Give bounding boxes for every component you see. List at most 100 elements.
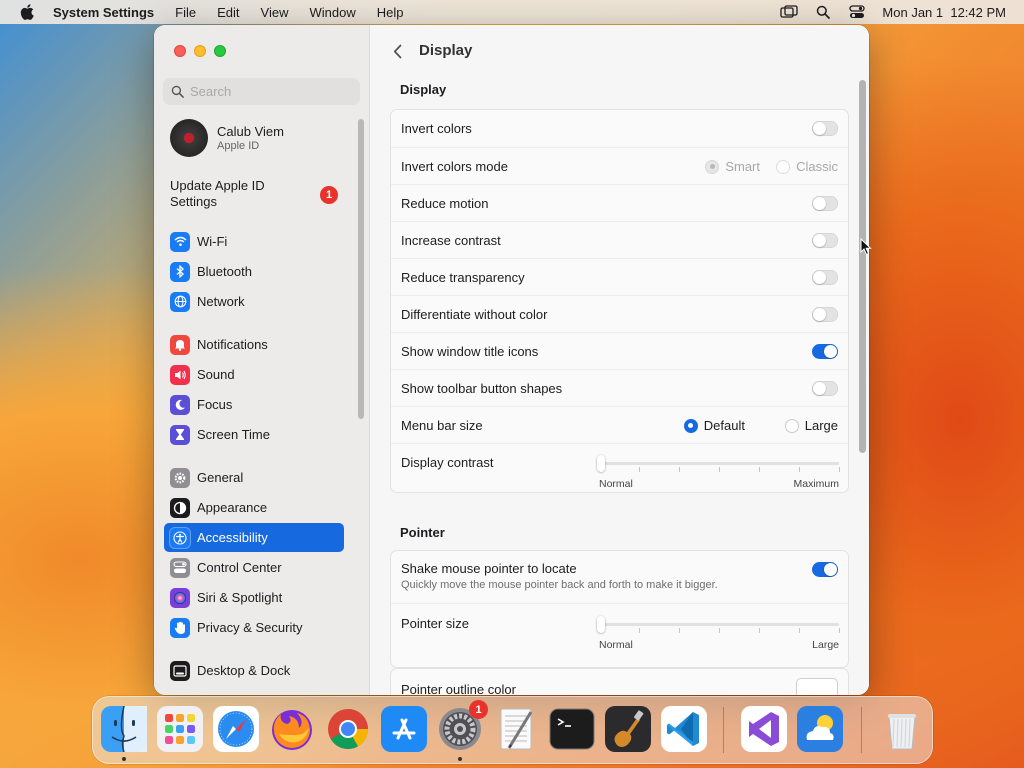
pointer-size-row: Pointer size Normal Large <box>391 603 848 669</box>
sidebar-item-notifications[interactable]: Notifications <box>164 330 344 359</box>
sidebar-item-privacy-and-security[interactable]: Privacy & Security <box>164 613 344 642</box>
reduce-transparency-toggle[interactable] <box>812 270 838 285</box>
sidebar-item-label: Wi-Fi <box>197 234 228 249</box>
sidebar-item-bluetooth[interactable]: Bluetooth <box>164 257 344 286</box>
increase-contrast-toggle[interactable] <box>812 233 838 248</box>
close-window-button[interactable] <box>174 45 186 57</box>
differentiate-without-color-label: Differentiate without color <box>401 306 548 322</box>
sidebar-item-sound[interactable]: Sound <box>164 360 344 389</box>
menu-app-name[interactable]: System Settings <box>53 5 154 20</box>
sidebar-item-general[interactable]: General <box>164 463 344 492</box>
pointer-size-slider[interactable]: Normal Large <box>597 614 840 651</box>
menu-bar-size-radio-large[interactable]: Large <box>784 418 838 433</box>
sidebar-item-label: General <box>197 470 244 485</box>
slider-thumb[interactable] <box>597 616 605 633</box>
slider-min-label: Normal <box>599 478 633 490</box>
bluetooth-icon <box>170 261 190 282</box>
notification-badge: 1 <box>320 186 338 204</box>
differentiate-without-color-toggle[interactable] <box>812 307 838 322</box>
menu-window[interactable]: Window <box>309 5 355 20</box>
search-input[interactable]: Search <box>163 78 360 105</box>
back-button[interactable] <box>390 42 404 60</box>
display-contrast-slider[interactable]: Normal Maximum <box>597 453 840 490</box>
trash-icon[interactable] <box>879 706 925 752</box>
main-pane: Display Display Invert colors Invert colo… <box>370 25 869 695</box>
menu-bar-size-radio-default[interactable]: Default <box>683 418 745 433</box>
control-center-menu-icon[interactable] <box>848 4 866 20</box>
running-indicator <box>458 757 462 761</box>
menu-file[interactable]: File <box>175 5 196 20</box>
invert-colors-mode-radio-classic[interactable]: Classic <box>776 159 838 174</box>
chrome-icon[interactable] <box>325 706 371 752</box>
minimize-window-button[interactable] <box>194 45 206 57</box>
sidebar-item-accessibility[interactable]: Accessibility <box>164 523 344 552</box>
app-store-icon[interactable] <box>381 706 427 752</box>
visual-studio-icon[interactable] <box>741 706 787 752</box>
dock-separator <box>723 707 724 753</box>
textedit-icon[interactable] <box>493 706 539 752</box>
sidebar-item-appearance[interactable]: Appearance <box>164 493 344 522</box>
menu-edit[interactable]: Edit <box>217 5 239 20</box>
radio-label: Smart <box>725 159 760 174</box>
menu-bar-size-row: Menu bar size Default Large <box>391 406 848 443</box>
show-window-title-icons-row: Show window title icons <box>391 332 848 369</box>
apple-menu-icon[interactable] <box>16 0 38 24</box>
finder-icon[interactable] <box>101 705 147 753</box>
firefox-icon[interactable] <box>269 706 315 752</box>
avatar <box>170 119 208 157</box>
weather-icon[interactable] <box>797 706 843 752</box>
pointer-section-title: Pointer <box>400 525 445 540</box>
show-toolbar-button-shapes-row: Show toolbar button shapes <box>391 369 848 406</box>
slider-thumb[interactable] <box>597 455 605 472</box>
accessibility-icon <box>170 527 190 548</box>
zoom-window-button[interactable] <box>214 45 226 57</box>
update-apple-id-label: Update Apple ID Settings <box>170 178 265 209</box>
search-placeholder: Search <box>190 84 232 99</box>
reduce-motion-toggle[interactable] <box>812 196 838 211</box>
shake-pointer-toggle[interactable] <box>812 562 838 577</box>
sidebar-scrollbar[interactable] <box>358 119 364 419</box>
differentiate-without-color-row: Differentiate without color <box>391 295 848 332</box>
invert-colors-mode-radio-smart[interactable]: Smart <box>705 159 760 174</box>
sidebar-item-label: Sound <box>197 367 235 382</box>
shake-pointer-description: Quickly move the mouse pointer back and … <box>401 579 718 591</box>
invert-colors-toggle[interactable] <box>812 121 838 136</box>
menu-help[interactable]: Help <box>377 5 404 20</box>
spotlight-search-icon[interactable] <box>814 4 832 20</box>
menubar-clock[interactable]: Mon Jan 1 12:42 PM <box>882 5 1006 20</box>
sidebar-item-siri-and-spotlight[interactable]: Siri & Spotlight <box>164 583 344 612</box>
update-apple-id-item[interactable]: Update Apple ID Settings 1 <box>170 178 345 210</box>
sidebar-item-screen-time[interactable]: Screen Time <box>164 420 344 449</box>
sidebar-item-label: Focus <box>197 397 233 412</box>
menu-view[interactable]: View <box>261 5 289 20</box>
vscode-icon[interactable] <box>661 706 707 752</box>
main-scrollbar[interactable] <box>859 80 866 453</box>
show-toolbar-button-shapes-toggle[interactable] <box>812 381 838 396</box>
display-contrast-label: Display contrast <box>401 455 494 470</box>
sidebar-item-focus[interactable]: Focus <box>164 390 344 419</box>
system-settings-icon[interactable]: 1 <box>437 700 488 752</box>
safari-icon[interactable] <box>213 706 259 752</box>
launchpad-icon[interactable] <box>157 706 203 752</box>
sidebar-item-wi-fi[interactable]: Wi-Fi <box>164 227 344 256</box>
apple-id-profile[interactable]: Calub Viem Apple ID <box>170 119 284 157</box>
sidebar-item-label: Bluetooth <box>197 264 252 279</box>
pointer-outline-color-well[interactable] <box>796 678 838 695</box>
pointer-outline-row: Pointer outline color <box>391 669 848 695</box>
sidebar-item-desktop-and-dock[interactable]: Desktop & Dock <box>164 656 344 685</box>
sidebar-item-network[interactable]: Network <box>164 287 344 316</box>
increase-contrast-row: Increase contrast <box>391 221 848 258</box>
bell-icon <box>170 334 190 355</box>
sidebar-item-label: Desktop & Dock <box>197 663 291 678</box>
sidebar-item-control-center[interactable]: Control Center <box>164 553 344 582</box>
show-toolbar-button-shapes-label: Show toolbar button shapes <box>401 380 563 396</box>
slider-min-label: Normal <box>599 639 633 651</box>
pointer-size-label: Pointer size <box>401 616 469 631</box>
invert-colors-label: Invert colors <box>401 121 472 136</box>
dock-icon <box>170 660 190 681</box>
garageband-icon[interactable] <box>605 706 651 752</box>
screen-mirroring-icon[interactable] <box>780 4 799 20</box>
terminal-icon[interactable] <box>549 706 595 752</box>
show-window-title-icons-toggle[interactable] <box>812 344 838 359</box>
page-title: Display <box>419 42 473 59</box>
